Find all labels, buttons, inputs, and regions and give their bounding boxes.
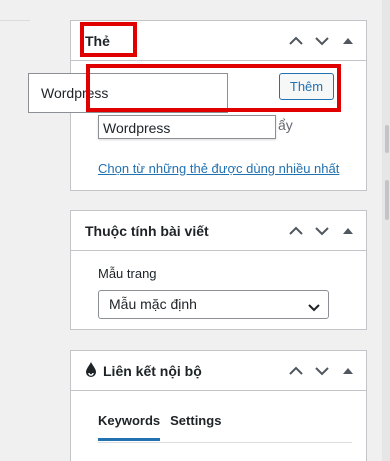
chevron-down-icon[interactable] (314, 33, 330, 49)
post-attributes-title: Thuộc tính bài viết (85, 223, 209, 239)
tag-suggestion-label: Wordpress (103, 120, 171, 136)
highlight-box (86, 64, 341, 112)
chevron-up-icon[interactable] (288, 363, 304, 379)
panel-header: Liên kết nội bộ (71, 351, 366, 391)
tab-keywords[interactable]: Keywords (98, 413, 161, 441)
divider (98, 442, 352, 443)
triangle-up-icon[interactable] (340, 363, 356, 379)
chevron-down-icon[interactable] (314, 363, 330, 379)
internal-links-title: Liên kết nội bộ (103, 363, 202, 379)
chevron-down-icon[interactable] (314, 223, 330, 239)
highlight-box (80, 22, 137, 57)
template-label: Mẫu trang (98, 266, 157, 281)
internal-links-tabs: Keywords Settings (98, 413, 221, 441)
scrollbar-track[interactable] (382, 0, 390, 461)
tab-settings[interactable]: Settings (170, 413, 221, 441)
panel-header: Thuộc tính bài viết (71, 211, 366, 251)
triangle-up-icon[interactable] (340, 33, 356, 49)
internal-links-panel: Liên kết nội bộ (70, 350, 367, 461)
tag-suggestion[interactable]: Wordpress (98, 115, 276, 139)
scrollbar-thumb[interactable] (385, 125, 389, 153)
left-column-edge (0, 0, 30, 461)
hint-fragment: ẩy (278, 117, 293, 133)
drop-icon (85, 362, 97, 383)
template-select-value: Mẫu mặc định (109, 296, 197, 312)
triangle-up-icon[interactable] (340, 223, 356, 239)
scrollbar-thumb[interactable] (385, 180, 389, 220)
divider (0, 20, 30, 21)
chevron-up-icon[interactable] (288, 223, 304, 239)
chevron-down-icon (308, 299, 320, 317)
chevron-up-icon[interactable] (288, 33, 304, 49)
template-select[interactable]: Mẫu mặc định (98, 290, 329, 319)
choose-popular-tags-link[interactable]: Chọn từ những thẻ được dùng nhiều nhất (98, 161, 339, 176)
